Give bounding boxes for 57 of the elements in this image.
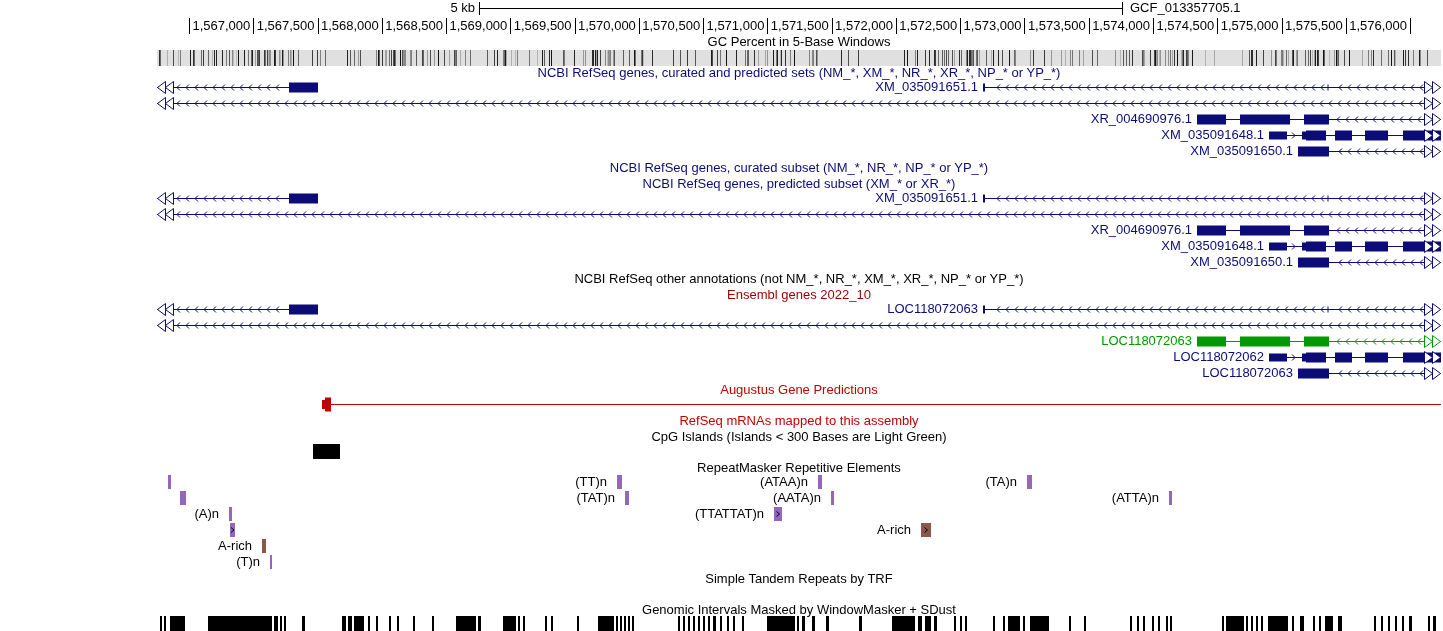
repeat-label: (ATTA)n bbox=[1111, 490, 1159, 506]
gene-label: XM_035091651.1 bbox=[875, 79, 978, 95]
ruler-position-label: 1,575,500 bbox=[1284, 18, 1343, 34]
gene-label: XM_035091648.1 bbox=[1161, 238, 1264, 254]
gene-label: XM_035091650.1 bbox=[1190, 143, 1293, 159]
ruler-position-label: 1,569,000 bbox=[449, 18, 508, 34]
track-title: Ensembl genes 2022_10 bbox=[727, 289, 871, 301]
gene-label: XM_035091648.1 bbox=[1161, 127, 1264, 143]
gene-label: XR_004690976.1 bbox=[1090, 222, 1192, 238]
repeat-label: A-rich bbox=[218, 538, 252, 554]
track-title: NCBI RefSeq genes, curated subset (NM_*, NR_*, NP_* or YP_*) bbox=[609, 162, 989, 174]
ruler-position-label: 1,574,000 bbox=[1092, 18, 1150, 34]
ruler-position-label: 1,575,000 bbox=[1220, 18, 1279, 34]
repeat-label: (TT)n bbox=[575, 474, 607, 490]
ruler-position-label: 1,574,500 bbox=[1156, 18, 1215, 34]
ruler-position-label: 1,570,000 bbox=[578, 18, 636, 34]
gene-label: LOC118072062 bbox=[1173, 349, 1264, 365]
ruler-position-label: 1,569,500 bbox=[513, 18, 572, 34]
gene-label: LOC118072063 bbox=[1202, 365, 1293, 381]
repeat-label: (TTATTAT)n bbox=[694, 506, 764, 522]
cpg-island-bar bbox=[313, 444, 340, 459]
ruler-position-label: 1,571,500 bbox=[770, 18, 829, 34]
track-title: RefSeq mRNAs mapped to this assembly bbox=[679, 415, 919, 427]
track-title: CpG Islands (Islands < 300 Bases are Light Green) bbox=[651, 431, 947, 443]
ruler-position-label: 1,573,500 bbox=[1027, 18, 1086, 34]
gene-label: XM_035091651.1 bbox=[875, 190, 978, 206]
track-title: Augustus Gene Predictions bbox=[720, 384, 878, 396]
track-title: Simple Tandem Repeats by TRF bbox=[705, 573, 893, 585]
gene-label: XM_035091650.1 bbox=[1190, 254, 1293, 270]
repeat-label: (AATA)n bbox=[773, 490, 821, 506]
ruler-position-label: 1,570,500 bbox=[642, 18, 701, 34]
repeat-label: (A)n bbox=[194, 506, 219, 522]
gene-label: LOC118072063 bbox=[887, 301, 978, 317]
scale-label: 5 kb bbox=[450, 0, 475, 16]
track-title: Genomic Intervals Masked by WindowMasker + SDust bbox=[642, 604, 956, 616]
track-title: NCBI RefSeq other annotations (not NM_*, NR_*, XM_*, XR_*, NP_* or YP_*) bbox=[574, 273, 1024, 285]
track-title: NCBI RefSeq genes, predicted subset (XM_* or XR_*) bbox=[642, 178, 956, 190]
repeat-label: (T)n bbox=[236, 554, 260, 570]
ruler-position-label: 1,571,000 bbox=[706, 18, 765, 34]
track-title: NCBI RefSeq genes, curated and predicted sets (NM_*, XM_*, NR_*, XR_*, NP_* or YP_*) bbox=[537, 67, 1061, 79]
ruler-position-label: 1,567,500 bbox=[256, 18, 315, 34]
ruler-position-label: 1,567,000 bbox=[192, 18, 251, 34]
repeat-label: A-rich bbox=[877, 522, 911, 538]
track-title: GC Percent in 5-Base Windows bbox=[707, 34, 891, 50]
ruler-position-label: 1,568,500 bbox=[385, 18, 444, 34]
repeat-label: (TA)n bbox=[985, 474, 1017, 490]
gene-label: XR_004690976.1 bbox=[1090, 111, 1192, 127]
track-title: RepeatMasker Repetitive Elements bbox=[697, 462, 901, 474]
ruler-position-label: 1,572,000 bbox=[835, 18, 893, 34]
ruler-position-label: 1,573,000 bbox=[963, 18, 1022, 34]
repeat-label: (ATAA)n bbox=[760, 474, 808, 490]
gene-label: LOC118072063 bbox=[1101, 333, 1192, 349]
ruler-position-label: 1,576,000 bbox=[1349, 18, 1408, 34]
ruler-position-label: 1,568,000 bbox=[320, 18, 379, 34]
ruler-position-label: 1,572,500 bbox=[899, 18, 958, 34]
assembly-name: GCF_013357705.1 bbox=[1130, 0, 1241, 16]
repeat-label: (TAT)n bbox=[576, 490, 615, 506]
